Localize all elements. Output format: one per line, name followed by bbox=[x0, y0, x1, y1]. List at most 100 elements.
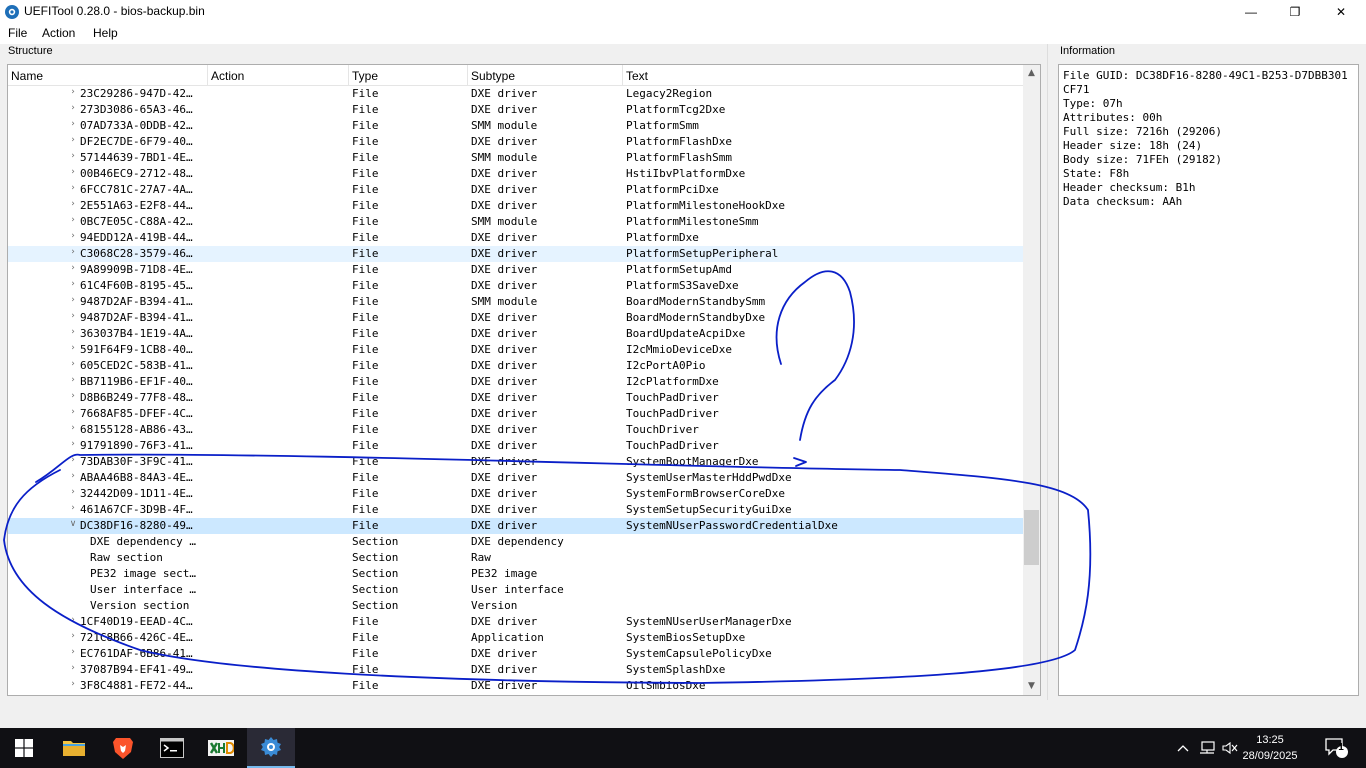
chevron-right-icon[interactable]: › bbox=[68, 391, 78, 401]
tree-row-file[interactable]: › 9487D2AF-B394-41… File DXE driver BoardMod… bbox=[8, 310, 1024, 326]
chevron-right-icon[interactable]: › bbox=[68, 471, 78, 481]
vertical-scrollbar[interactable]: ▲ ▼ bbox=[1023, 65, 1040, 695]
tray-network-button[interactable] bbox=[1196, 728, 1218, 768]
tray-volume-button[interactable] bbox=[1220, 728, 1240, 768]
chevron-right-icon[interactable]: › bbox=[68, 679, 78, 689]
menu-action[interactable]: Action bbox=[42, 26, 75, 40]
chevron-right-icon[interactable]: › bbox=[68, 183, 78, 193]
chevron-right-icon[interactable]: › bbox=[68, 119, 78, 129]
chevron-right-icon[interactable]: › bbox=[68, 103, 78, 113]
tree-row-file[interactable]: › 61C4F60B-8195-45… File DXE driver Platform… bbox=[8, 278, 1024, 294]
tree-row-section[interactable]: Version section Section Version bbox=[8, 598, 1024, 614]
tree-row-file[interactable]: › BB7119B6-EF1F-40… File DXE driver I2cPlatf… bbox=[8, 374, 1024, 390]
column-header-type[interactable]: Type bbox=[349, 65, 468, 86]
chevron-right-icon[interactable]: › bbox=[68, 631, 78, 641]
structure-tree[interactable]: Name Action Type Subtype Text › 23C29286-… bbox=[7, 64, 1041, 696]
chevron-right-icon[interactable]: › bbox=[68, 199, 78, 209]
chevron-right-icon[interactable]: › bbox=[68, 439, 78, 449]
tray-overflow-button[interactable] bbox=[1174, 728, 1192, 768]
column-header-name[interactable]: Name bbox=[8, 65, 208, 86]
tree-row-file[interactable]: › 2E551A63-E2F8-44… File DXE driver Platform… bbox=[8, 198, 1024, 214]
taskbar-hex-editor[interactable] bbox=[197, 728, 245, 768]
scrollbar-thumb[interactable] bbox=[1024, 510, 1039, 565]
action-center-button[interactable]: 1 bbox=[1318, 728, 1354, 768]
chevron-down-icon[interactable]: ∨ bbox=[68, 519, 78, 529]
tree-row-section[interactable]: User interface … Section User interface bbox=[8, 582, 1024, 598]
chevron-right-icon[interactable]: › bbox=[68, 295, 78, 305]
tree-row-file[interactable]: › 0BC7E05C-C88A-42… File SMM module Platform… bbox=[8, 214, 1024, 230]
tree-row-file[interactable]: › 68155128-AB86-43… File DXE driver TouchDri… bbox=[8, 422, 1024, 438]
taskbar-terminal[interactable] bbox=[148, 728, 196, 768]
tree-row-section[interactable]: DXE dependency … Section DXE dependency bbox=[8, 534, 1024, 550]
chevron-right-icon[interactable]: › bbox=[68, 247, 78, 257]
scroll-up-icon[interactable]: ▲ bbox=[1023, 65, 1040, 82]
chevron-right-icon[interactable]: › bbox=[68, 231, 78, 241]
tree-row-file[interactable]: › 721C8B66-426C-4E… File Application SystemB… bbox=[8, 630, 1024, 646]
chevron-right-icon[interactable]: › bbox=[68, 87, 78, 97]
tree-row-file[interactable]: › DF2EC7DE-6F79-40… File DXE driver Platform… bbox=[8, 134, 1024, 150]
tree-row-file[interactable]: › C3068C28-3579-46… File DXE driver Platform… bbox=[8, 246, 1024, 262]
taskbar-file-explorer[interactable] bbox=[50, 728, 98, 768]
tree-row-file[interactable]: › 32442D09-1D11-4E… File DXE driver SystemFo… bbox=[8, 486, 1024, 502]
tree-row-file[interactable]: › 37087B94-EF41-49… File DXE driver SystemSp… bbox=[8, 662, 1024, 678]
chevron-right-icon[interactable]: › bbox=[68, 263, 78, 273]
column-header-action[interactable]: Action bbox=[208, 65, 349, 86]
tree-row-file[interactable]: › 91791890-76F3-41… File DXE driver TouchPad… bbox=[8, 438, 1024, 454]
maximize-button[interactable]: ❐ bbox=[1272, 0, 1318, 24]
tree-row-file[interactable]: › 07AD733A-0DDB-42… File SMM module Platform… bbox=[8, 118, 1024, 134]
tree-row-file[interactable]: › 591F64F9-1CB8-40… File DXE driver I2cMmioD… bbox=[8, 342, 1024, 358]
information-panel[interactable]: File GUID: DC38DF16-8280-49C1-B253-D7DBB… bbox=[1058, 64, 1359, 696]
tree-row-file[interactable]: › 73DAB30F-3F9C-41… File DXE driver SystemBo… bbox=[8, 454, 1024, 470]
tree-row-file[interactable]: › 57144639-7BD1-4E… File SMM module Platform… bbox=[8, 150, 1024, 166]
chevron-right-icon[interactable]: › bbox=[68, 407, 78, 417]
chevron-right-icon[interactable]: › bbox=[68, 375, 78, 385]
tree-row-file[interactable]: › 6FCC781C-27A7-4A… File DXE driver Platform… bbox=[8, 182, 1024, 198]
close-button[interactable]: ✕ bbox=[1318, 0, 1364, 24]
chevron-right-icon[interactable]: › bbox=[68, 343, 78, 353]
chevron-right-icon[interactable]: › bbox=[68, 167, 78, 177]
start-button[interactable] bbox=[0, 728, 48, 768]
chevron-right-icon[interactable]: › bbox=[68, 487, 78, 497]
minimize-button[interactable]: — bbox=[1228, 0, 1274, 24]
tree-row-file[interactable]: ∨ DC38DF16-8280-49… File DXE driver SystemNU… bbox=[8, 518, 1024, 534]
chevron-right-icon[interactable]: › bbox=[68, 359, 78, 369]
tree-row-section[interactable]: Raw section Section Raw bbox=[8, 550, 1024, 566]
tree-row-file[interactable]: › 94EDD12A-419B-44… File DXE driver Platform… bbox=[8, 230, 1024, 246]
tree-row-file[interactable]: › 273D3086-65A3-46… File DXE driver Platform… bbox=[8, 102, 1024, 118]
chevron-right-icon[interactable]: › bbox=[68, 279, 78, 289]
chevron-right-icon[interactable]: › bbox=[68, 647, 78, 657]
tree-row-file[interactable]: › 9A89909B-71D8-4E… File DXE driver Platform… bbox=[8, 262, 1024, 278]
tree-row-file[interactable]: › 23C29286-947D-42… File DXE driver Legacy2R… bbox=[8, 86, 1024, 102]
taskbar-clock[interactable]: 13:25 28/09/2025 bbox=[1238, 732, 1302, 764]
tree-row-file[interactable]: › 9487D2AF-B394-41… File SMM module BoardMod… bbox=[8, 294, 1024, 310]
chevron-right-icon[interactable]: › bbox=[68, 135, 78, 145]
tree-row-file[interactable]: › D8B6B249-77F8-48… File DXE driver TouchPad… bbox=[8, 390, 1024, 406]
chevron-right-icon[interactable]: › bbox=[68, 215, 78, 225]
menu-file[interactable]: File bbox=[8, 26, 27, 40]
tree-row-file[interactable]: › ABAA46B8-84A3-4E… File DXE driver SystemUs… bbox=[8, 470, 1024, 486]
column-header-text[interactable]: Text bbox=[623, 65, 1024, 86]
chevron-right-icon[interactable]: › bbox=[68, 455, 78, 465]
column-header-subtype[interactable]: Subtype bbox=[468, 65, 623, 86]
chevron-right-icon[interactable]: › bbox=[68, 311, 78, 321]
tree-row-file[interactable]: › 00B46EC9-2712-48… File DXE driver HstiIbvP… bbox=[8, 166, 1024, 182]
chevron-right-icon[interactable]: › bbox=[68, 151, 78, 161]
scroll-down-icon[interactable]: ▼ bbox=[1023, 678, 1040, 695]
tree-row-file[interactable]: › 3F8C4881-FE72-44… File DXE driver OilSmbio… bbox=[8, 678, 1024, 694]
tree-row-file[interactable]: › EC761DAF-6B86-41… File DXE driver SystemCa… bbox=[8, 646, 1024, 662]
tree-row-file[interactable]: › 7668AF85-DFEF-4C… File DXE driver TouchPad… bbox=[8, 406, 1024, 422]
taskbar-uefitool[interactable] bbox=[247, 728, 295, 768]
chevron-right-icon[interactable]: › bbox=[68, 423, 78, 433]
chevron-right-icon[interactable]: › bbox=[68, 615, 78, 625]
chevron-right-icon[interactable]: › bbox=[68, 327, 78, 337]
dock-splitter[interactable] bbox=[1047, 44, 1049, 700]
taskbar-brave-browser[interactable] bbox=[99, 728, 147, 768]
tree-row-file[interactable]: › 461A67CF-3D9B-4F… File DXE driver SystemSe… bbox=[8, 502, 1024, 518]
tree-row-file[interactable]: › 1CF40D19-EEAD-4C… File DXE driver SystemNU… bbox=[8, 614, 1024, 630]
menu-help[interactable]: Help bbox=[93, 26, 118, 40]
chevron-right-icon[interactable]: › bbox=[68, 503, 78, 513]
tree-row-section[interactable]: PE32 image sect… Section PE32 image bbox=[8, 566, 1024, 582]
tree-row-file[interactable]: › 605CED2C-583B-41… File DXE driver I2cPortA… bbox=[8, 358, 1024, 374]
tree-row-file[interactable]: › 363037B4-1E19-4A… File DXE driver BoardUpd… bbox=[8, 326, 1024, 342]
chevron-right-icon[interactable]: › bbox=[68, 663, 78, 673]
